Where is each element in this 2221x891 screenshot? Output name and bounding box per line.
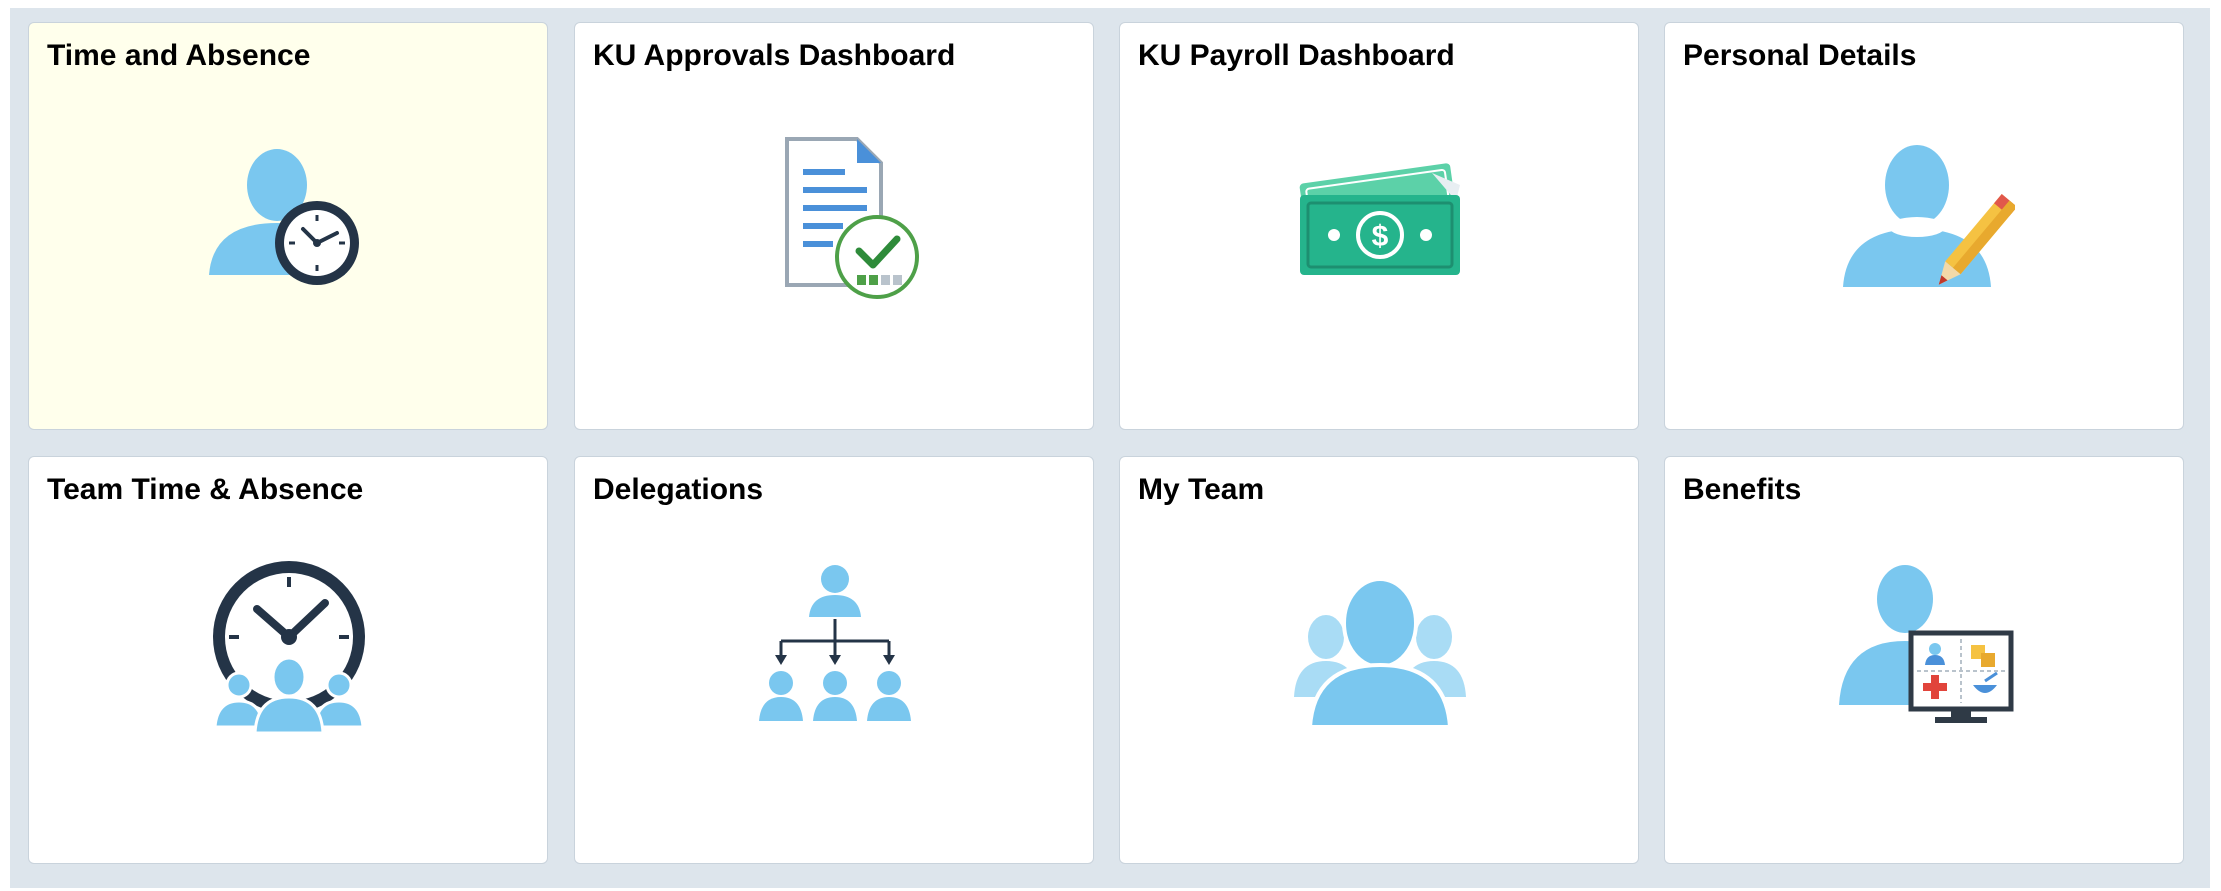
team-clock-icon (199, 557, 379, 737)
tile-grid: Time and Absence KU Approvals Dashboard (10, 8, 2210, 888)
tile-personal-details[interactable]: Personal Details (1664, 22, 2184, 430)
org-chart-icon (745, 557, 925, 737)
tile-title: Personal Details (1683, 39, 1917, 72)
approved-document-icon (745, 123, 925, 303)
tile-title: Benefits (1683, 473, 1802, 506)
tile-title: Team Time & Absence (47, 473, 364, 506)
team-people-icon (1290, 557, 1470, 737)
tile-title: KU Approvals Dashboard (593, 39, 956, 72)
tile-time-and-absence[interactable]: Time and Absence (28, 22, 548, 430)
tile-my-team[interactable]: My Team (1119, 456, 1639, 864)
tile-title: KU Payroll Dashboard (1138, 39, 1455, 72)
tile-title: My Team (1138, 473, 1265, 506)
tile-delegations[interactable]: Delegations (574, 456, 1094, 864)
tile-benefits[interactable]: Benefits (1664, 456, 2184, 864)
tile-title: Time and Absence (47, 39, 311, 72)
tile-ku-payroll-dashboard[interactable]: KU Payroll Dashboard $ (1119, 22, 1639, 430)
person-benefits-monitor-icon (1835, 557, 2015, 737)
tile-title: Delegations (593, 473, 764, 506)
svg-text:$: $ (1372, 220, 1389, 253)
tile-team-time-and-absence[interactable]: Team Time & Absence (28, 456, 548, 864)
tile-ku-approvals-dashboard[interactable]: KU Approvals Dashboard (574, 22, 1094, 430)
person-clock-icon (199, 123, 379, 303)
money-bills-icon: $ (1290, 123, 1470, 303)
person-pencil-icon (1835, 123, 2015, 303)
